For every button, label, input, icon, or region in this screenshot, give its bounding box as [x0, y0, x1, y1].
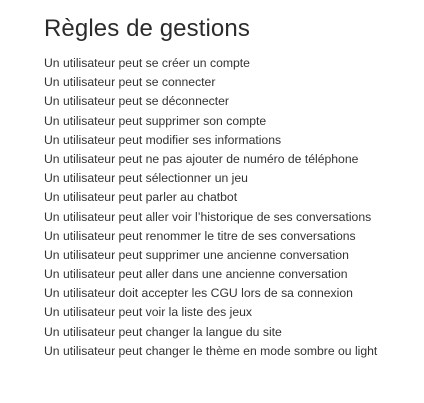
- rule-item: Un utilisateur peut supprimer son compte: [44, 113, 267, 128]
- rule-item: Un utilisateur peut ne pas ajouter de nu…: [44, 151, 359, 166]
- document-body: Règles de gestions Un utilisateur peut s…: [44, 14, 416, 361]
- rule-item: Un utilisateur peut voir la liste des je…: [44, 305, 252, 320]
- rule-item: Un utilisateur peut aller dans une ancie…: [44, 267, 348, 282]
- rule-item: Un utilisateur peut sélectionner un jeu: [44, 171, 248, 186]
- rule-item: Un utilisateur peut se connecter: [44, 75, 216, 90]
- rule-item: Un utilisateur peut modifier ses informa…: [44, 132, 282, 147]
- rule-item: Un utilisateur peut parler au chatbot: [44, 190, 238, 205]
- rule-item: Un utilisateur peut supprimer une ancien…: [44, 247, 349, 262]
- rule-item: Un utilisateur peut renommer le titre de…: [44, 228, 356, 243]
- rules-list: Un utilisateur peut se créer un compte U…: [44, 54, 416, 361]
- rule-item: Un utilisateur peut aller voir l’histori…: [44, 209, 372, 224]
- page-title: Règles de gestions: [44, 15, 250, 42]
- rule-item: Un utilisateur peut se créer un compte: [44, 56, 250, 70]
- rule-item: Un utilisateur peut se déconnecter: [44, 94, 229, 109]
- rule-item: Un utilisateur peut changer la langue du…: [44, 324, 282, 339]
- rule-item: Un utilisateur doit accepter les CGU lor…: [44, 286, 353, 301]
- rule-item: Un utilisateur peut changer le thème en …: [44, 343, 378, 358]
